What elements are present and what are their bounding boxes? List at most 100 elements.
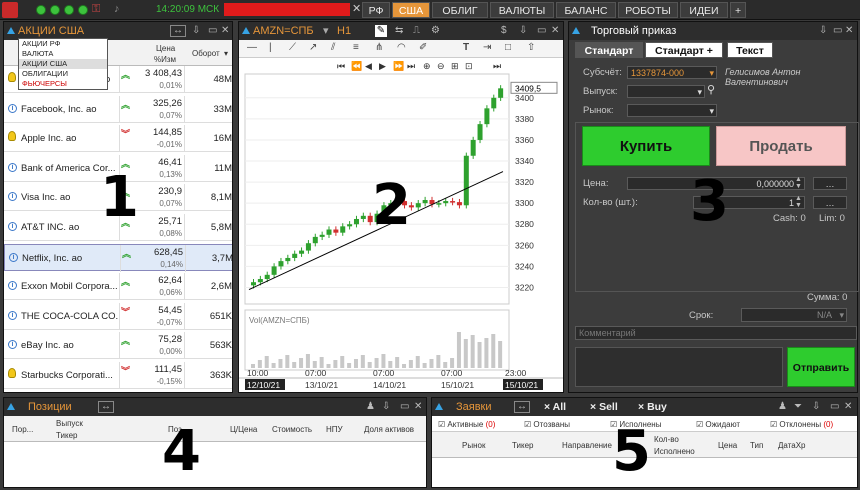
positions-column-header[interactable]: Тикер <box>56 431 78 440</box>
minimize-icon[interactable]: ▭ <box>208 24 217 38</box>
close-icon[interactable]: ✕ <box>845 24 853 38</box>
order-tab-2[interactable]: Текст <box>727 42 773 58</box>
orders-column-header[interactable]: Исполнено <box>654 447 695 456</box>
watchlist-row[interactable]: Starbucks Corporati... ︾ 111,45 -0,15% 363K <box>4 362 232 389</box>
market-select[interactable]: ▾ <box>627 104 717 117</box>
price-options-button[interactable]: … <box>813 177 847 190</box>
orders-column-header[interactable]: Рынок <box>462 441 485 450</box>
download-icon[interactable]: ⇩ <box>192 24 200 38</box>
dropdown-option[interactable]: ВАЛЮТА <box>19 49 107 59</box>
watchlist-row[interactable]: i eBay Inc. ao ︽ 75,28 0,00% 563K <box>4 332 232 360</box>
users-icon[interactable]: ♟ <box>778 400 787 414</box>
symbol-dropdown-icon[interactable]: ▾ <box>323 22 329 40</box>
issue-select[interactable]: ▾ <box>627 85 705 98</box>
filter-checkbox[interactable]: ☑ Ожидают <box>696 420 740 429</box>
orders-column-header[interactable]: Тикер <box>512 441 534 450</box>
order-tab-0[interactable]: Стандарт <box>575 42 643 58</box>
draw-mode-icon[interactable]: ✎ <box>375 25 387 37</box>
buy-button[interactable]: Купить <box>582 126 710 166</box>
watchlist-row[interactable]: Apple Inc. ao ︾ 144,85 -0,01% 16M <box>4 125 232 153</box>
minimize-icon[interactable]: ▭ <box>537 24 546 38</box>
info-icon[interactable]: i <box>8 310 17 320</box>
watchlist-row[interactable]: i Facebook, Inc. ao ︽ 325,26 0,07% 33M <box>4 95 232 123</box>
watchlist-row[interactable]: i Exxon Mobil Corpora... ︽ 62,64 0,06% 2,6M <box>4 273 232 301</box>
sell-button[interactable]: Продать <box>716 126 846 166</box>
close-alert-icon[interactable]: ✕ <box>352 2 361 15</box>
dropdown-option[interactable]: АКЦИИ США <box>19 59 107 69</box>
sort-icon[interactable]: ▾ <box>224 49 228 58</box>
fib-tool-icon[interactable]: ≡ <box>353 42 359 53</box>
alert-bulb-icon[interactable] <box>8 131 16 142</box>
up-tool-icon[interactable]: ⇧ <box>527 42 535 53</box>
link-icon[interactable]: ↔ <box>170 25 186 37</box>
arrow-tool-icon[interactable]: ⇥ <box>483 42 491 53</box>
link-icon[interactable]: ↔ <box>98 401 114 413</box>
rect-tool-icon[interactable]: □ <box>505 42 511 53</box>
term-select[interactable]: N/A ▾ <box>741 308 847 322</box>
tab-2[interactable]: ОБЛИГ <box>432 2 488 18</box>
comment-area[interactable] <box>575 347 783 387</box>
minimize-icon[interactable]: ▭ <box>400 400 409 414</box>
dropdown-option[interactable]: ОБЛИГАЦИИ <box>19 69 107 79</box>
info-icon[interactable]: i <box>9 252 18 262</box>
close-icon[interactable]: ✕ <box>551 24 559 38</box>
download-icon[interactable]: ⇩ <box>519 24 527 38</box>
positions-column-header[interactable]: НПУ <box>326 425 343 434</box>
filter-checkbox[interactable]: ☑ Отклонены (0) <box>770 420 833 429</box>
orders-column-header[interactable]: Тип <box>750 441 763 450</box>
indicator-icon[interactable]: ⇆ <box>395 24 403 38</box>
info-icon[interactable]: i <box>8 103 17 113</box>
minimize-icon[interactable]: ▭ <box>830 400 839 414</box>
text-tool-icon[interactable]: T <box>463 42 469 53</box>
watchlist-row[interactable]: i Netflix, Inc. ao ︽ 628,45 0,14% 3,7M <box>4 243 232 272</box>
send-button[interactable]: Отправить <box>787 347 855 387</box>
positions-column-header[interactable]: Ц/Цена <box>230 425 257 434</box>
vline-tool-icon[interactable]: | <box>269 42 272 53</box>
dropdown-option[interactable]: ФЬЮЧЕРСЫ <box>19 79 107 89</box>
col-change-header[interactable]: %Изм <box>154 55 176 64</box>
tab-7[interactable]: + <box>730 2 746 18</box>
close-icon[interactable]: ✕ <box>221 24 229 38</box>
chart-timeframe[interactable]: H1 <box>337 22 351 40</box>
search-icon[interactable]: ⚲ <box>707 83 715 96</box>
positions-column-header[interactable]: Пор... <box>12 425 33 434</box>
col-volume-header[interactable]: Оборот <box>192 49 220 58</box>
group-dropdown[interactable]: АКЦИИ РФ ВАЛЮТА АКЦИИ США ОБЛИГАЦИИ ФЬЮЧЕРСЫ <box>18 38 108 90</box>
tab-1[interactable]: США <box>392 2 430 18</box>
info-icon[interactable]: i <box>8 192 17 202</box>
price-stepper-icon[interactable]: ▲ ▼ <box>795 176 802 190</box>
info-icon[interactable]: i <box>8 222 17 231</box>
settings-icon[interactable]: ⚙ <box>431 24 440 38</box>
qty-options-button[interactable]: … <box>813 196 847 209</box>
cancel-buy-button[interactable]: × Buy <box>638 398 667 416</box>
positions-column-header[interactable]: Выпуск <box>56 419 83 428</box>
account-select[interactable]: 1337874-000 ▾ <box>627 66 717 79</box>
download-icon[interactable]: ⇩ <box>819 24 827 38</box>
order-tab-1[interactable]: Стандарт + <box>645 42 723 58</box>
alert-bulb-icon[interactable] <box>8 72 16 82</box>
link-icon[interactable]: ↔ <box>514 401 530 413</box>
ray-tool-icon[interactable]: ↗ <box>309 42 317 53</box>
tab-0[interactable]: РФ <box>362 2 390 18</box>
orders-column-header[interactable]: Направление <box>562 441 612 450</box>
col-price-header[interactable]: Цена <box>156 44 175 53</box>
dollar-icon[interactable]: $ <box>501 24 507 38</box>
watchlist-row[interactable]: i THE COCA-COLA CO... ︾ 54,45 -0,07% 651K <box>4 302 232 330</box>
bell-icon[interactable]: ♪ <box>114 3 120 15</box>
tab-4[interactable]: БАЛАНС <box>556 2 616 18</box>
comment-input[interactable]: Комментарий <box>575 326 857 340</box>
alert-bulb-icon[interactable] <box>8 368 16 378</box>
info-icon[interactable]: i <box>8 162 17 172</box>
channel-tool-icon[interactable]: ⫽ <box>331 42 335 53</box>
positions-column-header[interactable]: Стоимость <box>272 425 312 434</box>
dropdown-option[interactable]: АКЦИИ РФ <box>19 39 107 49</box>
close-icon[interactable]: ✕ <box>414 400 422 414</box>
positions-column-header[interactable]: Доля активов <box>364 425 414 434</box>
info-icon[interactable]: i <box>8 340 17 350</box>
pitchfork-tool-icon[interactable]: ⋔ <box>375 42 383 53</box>
minimize-icon[interactable]: ▭ <box>833 24 842 38</box>
key-icon[interactable]: ⚿ <box>92 3 100 16</box>
qty-stepper-icon[interactable]: ▲ ▼ <box>795 195 802 209</box>
tab-5[interactable]: РОБОТЫ <box>618 2 678 18</box>
trendline-tool-icon[interactable]: ⟋ <box>289 42 296 53</box>
